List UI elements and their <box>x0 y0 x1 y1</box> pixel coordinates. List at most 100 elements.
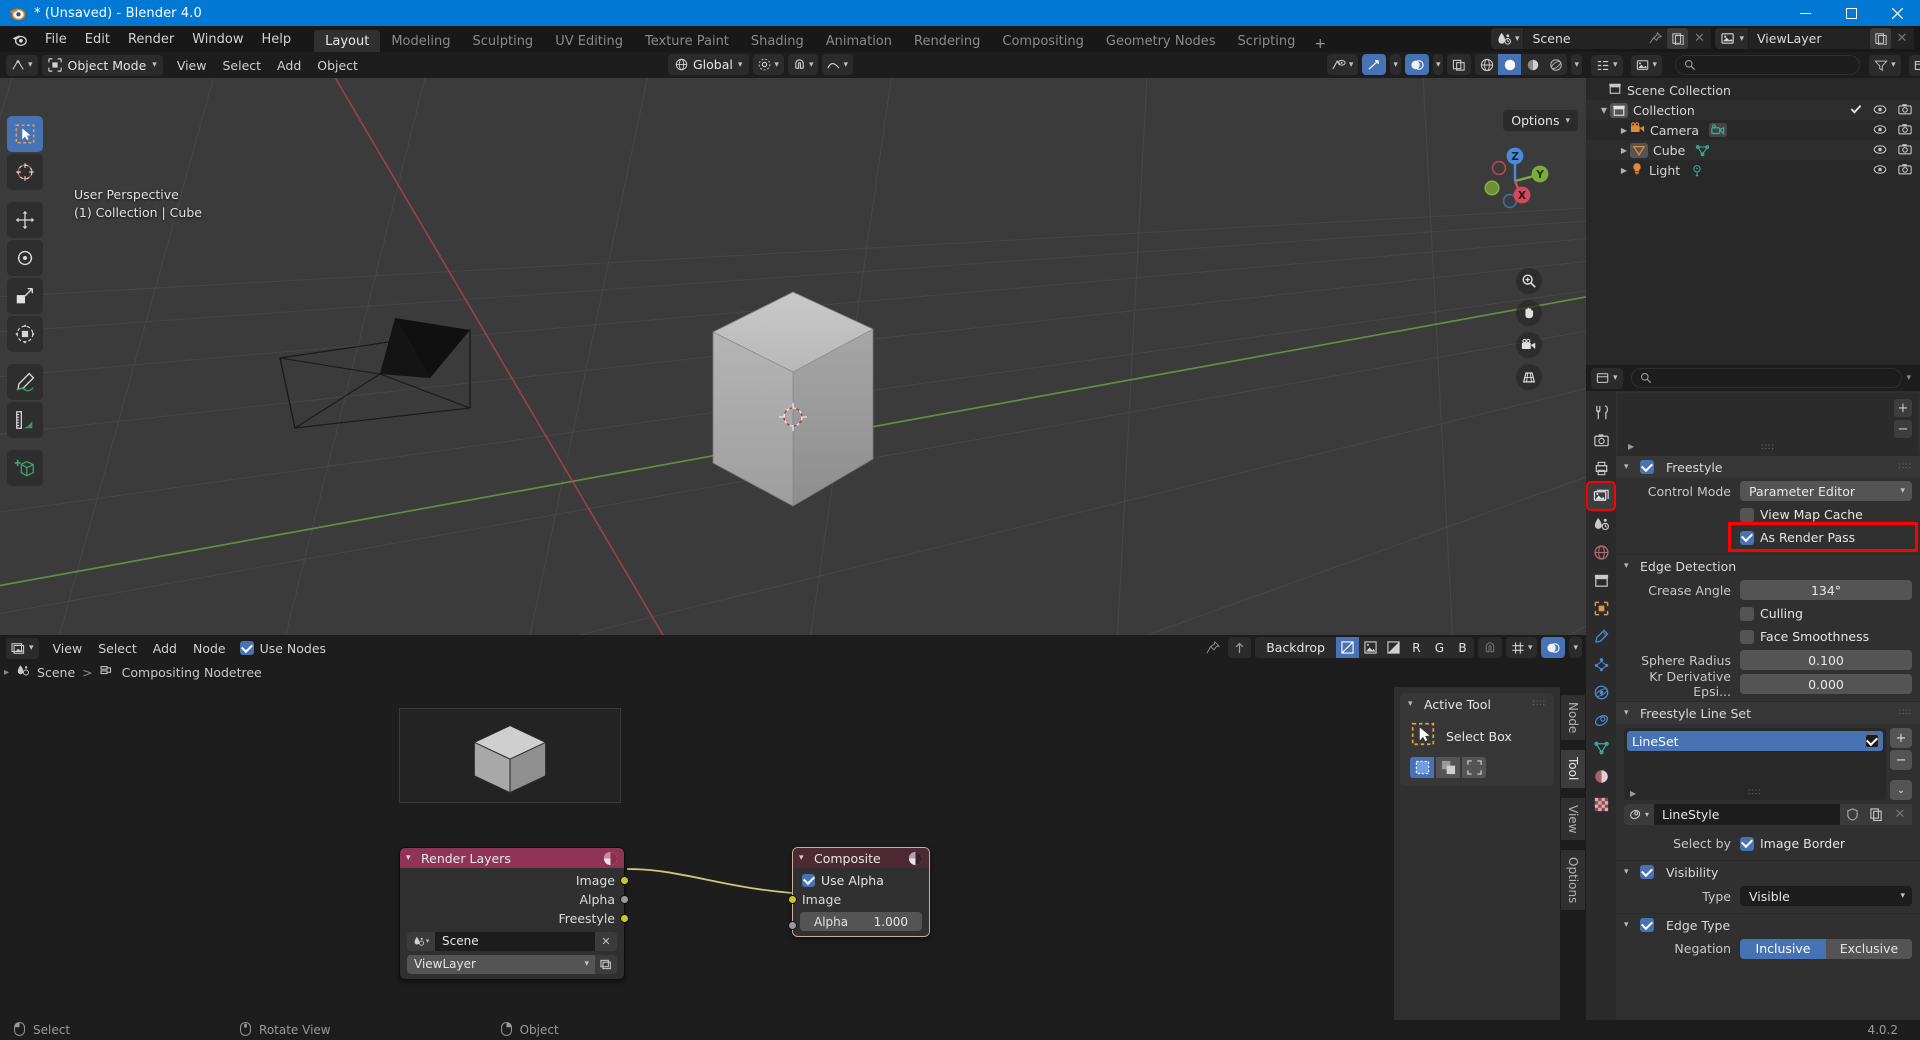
shading-wireframe[interactable] <box>1475 54 1498 75</box>
node-render-layers[interactable]: ▾ Render Layers Image Alpha Freestyle ▾ … <box>399 847 629 980</box>
new-viewlayer-icon[interactable] <box>1870 28 1891 49</box>
mesh-data-icon[interactable] <box>1695 144 1710 157</box>
culling-checkbox[interactable] <box>1740 606 1754 621</box>
fake-user-icon[interactable] <box>1840 804 1864 825</box>
xray-toggle[interactable] <box>1447 54 1472 75</box>
socket-image[interactable] <box>620 876 629 885</box>
scene-name-field[interactable]: Scene <box>1524 28 1643 49</box>
collection-tab[interactable] <box>1588 567 1614 593</box>
node-editor-type-button[interactable]: ▾ <box>6 637 39 659</box>
breadcrumb-nodetree[interactable]: Compositing Nodetree <box>122 665 262 680</box>
outliner-filter-button[interactable]: ▾ <box>1869 54 1901 76</box>
outliner-display-mode-button[interactable]: ▾ <box>1630 54 1663 76</box>
gizmo-options-dropdown[interactable]: ▾ <box>1390 54 1401 75</box>
node-sidebar[interactable]: ▾ Active Tool ∷∷ Select Box <box>1394 687 1560 1020</box>
edge-type-enable-checkbox[interactable] <box>1640 918 1654 932</box>
panel-grip[interactable]: ∷∷ <box>1748 788 1761 798</box>
output-tab[interactable] <box>1588 455 1614 481</box>
workspace-tab-geometry-nodes[interactable]: Geometry Nodes <box>1095 30 1227 52</box>
transform-tool[interactable] <box>7 316 43 352</box>
viewport-options-button[interactable]: Options ▾ <box>1503 110 1578 131</box>
scene-icon[interactable]: ▾ <box>1490 28 1525 49</box>
render-tab[interactable] <box>1588 427 1614 453</box>
viewport-menu-object[interactable]: Object <box>309 54 366 76</box>
breadcrumb-scene[interactable]: Scene <box>37 665 75 680</box>
zoom-icon[interactable] <box>1516 268 1542 294</box>
line-set-panel-header[interactable]: ▾ Freestyle Line Set ∷∷ <box>1616 701 1920 724</box>
workspace-tab-sculpting[interactable]: Sculpting <box>461 30 544 52</box>
pin-icon[interactable] <box>1202 637 1224 658</box>
particles-tab[interactable] <box>1588 651 1614 677</box>
camera-render-icon[interactable] <box>1898 163 1912 178</box>
face-smoothness-checkbox[interactable] <box>1740 629 1754 644</box>
material-tab[interactable] <box>1588 763 1614 789</box>
go-to-parent-button[interactable] <box>1228 637 1252 658</box>
workspace-tab-animation[interactable]: Animation <box>815 30 903 52</box>
viewport-3d[interactable]: ▾ Object Mode ▾ View Select Add Object G… <box>0 52 1586 635</box>
navigation-gizmo[interactable]: Z Y X <box>1472 138 1558 228</box>
node-input-alpha[interactable]: Alpha 1.000 <box>788 912 929 931</box>
tool-tab[interactable] <box>1588 399 1614 425</box>
outliner-row-collection[interactable]: ▼ Collection <box>1586 100 1920 120</box>
panel-grip[interactable]: ∷∷ <box>1533 699 1546 709</box>
visibility-enable-checkbox[interactable] <box>1640 865 1654 879</box>
shading-options-dropdown[interactable]: ▾ <box>1571 54 1582 75</box>
close-button[interactable] <box>1874 0 1920 26</box>
add-line-set-button[interactable]: + <box>1890 728 1912 748</box>
workspace-tab-uv-editing[interactable]: UV Editing <box>544 30 634 52</box>
menu-edit[interactable]: Edit <box>76 28 119 50</box>
viewport-menu-select[interactable]: Select <box>214 54 269 76</box>
unlink-scene-icon[interactable]: ✕ <box>595 931 617 951</box>
use-alpha-checkbox[interactable] <box>802 874 815 887</box>
overlays-options-dropdown[interactable]: ▾ <box>1432 54 1444 75</box>
menu-window[interactable]: Window <box>183 28 252 50</box>
line-set-item-checkbox[interactable] <box>1865 734 1879 748</box>
control-mode-dropdown[interactable]: Parameter Editor ▾ <box>1740 481 1912 501</box>
chevron-down-icon[interactable]: ▾ <box>1624 462 1634 472</box>
snap-pivot-dropdown[interactable]: ▾ <box>753 54 784 75</box>
line-set-item[interactable]: LineSet <box>1627 731 1883 751</box>
camera-render-icon[interactable] <box>1898 143 1912 158</box>
node-menu-select[interactable]: Select <box>90 637 145 659</box>
backdrop-alpha-icon[interactable] <box>1382 637 1405 658</box>
snap-magnet-toggle[interactable]: ▾ <box>787 54 819 75</box>
chevron-down-icon[interactable]: ▾ <box>1624 561 1634 571</box>
outliner-new-collection-button[interactable] <box>1908 54 1920 76</box>
crease-angle-field[interactable]: 134° <box>1740 580 1912 600</box>
eye-icon[interactable] <box>1873 103 1887 118</box>
chevron-down-icon[interactable]: ▾ <box>799 853 809 863</box>
chevron-down-icon[interactable]: ▾ <box>1624 708 1634 718</box>
workspace-tab-layout[interactable]: Layout <box>314 30 381 52</box>
backdrop-channel-r[interactable]: R <box>1405 637 1428 658</box>
move-tool[interactable] <box>7 202 43 238</box>
visibility-dropdown[interactable]: ▾ <box>1326 54 1359 75</box>
socket-alpha[interactable] <box>620 895 629 904</box>
line-set-specials-button[interactable]: ⌄ <box>1890 780 1912 800</box>
camera-view-icon[interactable] <box>1516 332 1542 358</box>
alpha-field[interactable]: Alpha 1.000 <box>800 912 922 931</box>
negation-toggle-group[interactable]: Inclusive Exclusive <box>1740 938 1912 959</box>
node-input-image[interactable]: Image <box>788 890 929 909</box>
node-overlays-toggle[interactable] <box>1541 637 1566 658</box>
object-tab[interactable] <box>1588 595 1614 621</box>
duplicate-linestyle-icon[interactable] <box>1864 804 1888 825</box>
scene-icon[interactable]: ▾ <box>407 931 435 951</box>
rotate-tool[interactable] <box>7 240 43 276</box>
properties-editor-type-button[interactable]: ▾ <box>1591 367 1623 389</box>
expand-triangle-icon[interactable]: ▶ <box>1618 146 1630 155</box>
edge-type-panel-header[interactable]: ▾ Edge Type <box>1616 913 1920 936</box>
add-workspace-button[interactable]: + <box>1306 36 1334 52</box>
outliner-tree[interactable]: Scene Collection ▼ Collection ▶ Camera ▶… <box>1586 78 1920 365</box>
node-header[interactable]: ▾ Render Layers <box>400 848 624 868</box>
properties-content[interactable]: + − ▶ ∷∷ ▾ Freestyle ∷∷ Control Mode Par… <box>1616 391 1920 1020</box>
scale-tool[interactable] <box>7 278 43 314</box>
shading-solid[interactable] <box>1498 54 1522 75</box>
eye-icon[interactable] <box>1873 123 1887 138</box>
panel-grip[interactable]: ∷∷ <box>1761 443 1774 453</box>
active-tool-panel-header[interactable]: ▾ Active Tool ∷∷ <box>1400 693 1554 715</box>
select-box-tool[interactable] <box>7 116 43 152</box>
node-menu-view[interactable]: View <box>45 637 91 659</box>
workspace-tab-rendering[interactable]: Rendering <box>903 30 991 52</box>
properties-collapse-icon[interactable]: ▾ <box>1906 373 1915 383</box>
chevron-down-icon[interactable]: ▾ <box>1624 867 1634 877</box>
